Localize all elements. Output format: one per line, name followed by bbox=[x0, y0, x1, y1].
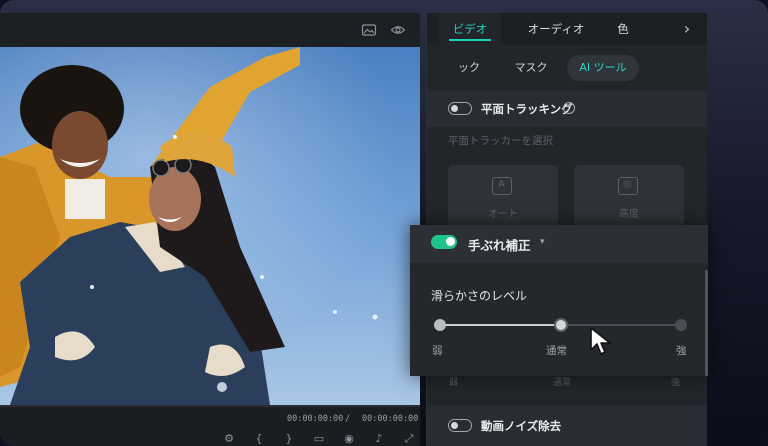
timecode-total: 00:00:00:00 bbox=[362, 414, 419, 424]
slider-label-mid: 通常 bbox=[546, 345, 567, 357]
slider-label-low: 弱 bbox=[432, 345, 443, 357]
auto-track-icon: A bbox=[492, 177, 512, 195]
advanced-track-icon: ◎ bbox=[618, 177, 638, 195]
playback-bar: 00:00:00:00 / 00:00:00:00 ⚙ { } ▭ ◉ ♪ ⤢ bbox=[0, 405, 420, 446]
timecode-separator: / bbox=[345, 414, 351, 424]
couple-photo bbox=[0, 47, 420, 405]
smoothness-slider-thumb[interactable] bbox=[553, 318, 568, 332]
slider-stop-low bbox=[434, 319, 446, 331]
timeline-scrubber[interactable] bbox=[0, 405, 420, 407]
stabilization-label: 手ぶれ補正 bbox=[468, 238, 531, 253]
tab-video[interactable]: ビデオ bbox=[439, 13, 501, 45]
faint-tick-mid: 通常 bbox=[553, 378, 572, 388]
tracker-card-auto[interactable]: A オート bbox=[448, 165, 558, 227]
chevron-right-icon[interactable]: › bbox=[677, 13, 697, 45]
slider-label-high: 強 bbox=[676, 345, 687, 357]
tab-color[interactable]: 色 bbox=[603, 13, 643, 45]
mark-in-icon[interactable]: { bbox=[244, 432, 274, 446]
preview-image bbox=[0, 47, 420, 405]
smoothness-label: 滑らかさのレベル bbox=[431, 289, 528, 303]
slider-stop-high bbox=[675, 319, 687, 331]
help-icon[interactable]: ? bbox=[563, 102, 575, 114]
denoise-label: 動画ノイズ除去 bbox=[481, 419, 562, 433]
panel-scrollbar[interactable] bbox=[705, 270, 708, 376]
slider-track-filled bbox=[440, 324, 561, 326]
tracker-card-auto-label: オート bbox=[488, 209, 518, 220]
subtab-mask[interactable]: マスク bbox=[507, 55, 555, 81]
denoise-section: 動画ノイズ除去 bbox=[427, 406, 707, 446]
subtab-ai-tools[interactable]: AI ツール bbox=[567, 55, 639, 81]
stabilization-toggle[interactable] bbox=[431, 235, 457, 249]
planar-tracking-toggle[interactable] bbox=[448, 102, 472, 115]
tab-audio[interactable]: オーディオ bbox=[511, 13, 601, 45]
caret-down-icon[interactable]: ▾ bbox=[540, 237, 545, 247]
mark-out-icon[interactable]: } bbox=[274, 432, 304, 446]
volume-icon[interactable]: ♪ bbox=[364, 432, 394, 446]
settings-icon[interactable]: ⚙ bbox=[214, 432, 244, 446]
timecode-current: 00:00:00:00 bbox=[287, 414, 344, 424]
faint-tick-low: 弱 bbox=[449, 378, 459, 388]
planar-tracking-section: 平面トラッキング ? bbox=[427, 91, 707, 127]
eye-icon[interactable] bbox=[390, 22, 406, 38]
subtab-track[interactable]: ック bbox=[449, 55, 489, 81]
slider-track-empty[interactable] bbox=[560, 324, 681, 326]
denoise-toggle[interactable] bbox=[448, 419, 472, 432]
panel-subtabs: ック マスク AI ツール bbox=[427, 53, 707, 83]
select-tracker-label: 平面トラッカーを選択 bbox=[448, 135, 553, 147]
app-window: 00:00:00:00 / 00:00:00:00 ⚙ { } ▭ ◉ ♪ ⤢ … bbox=[0, 0, 768, 446]
snapshot-icon[interactable]: ◉ bbox=[334, 432, 364, 446]
faint-tick-high: 強 bbox=[671, 378, 681, 388]
stabilization-header: 手ぶれ補正 ▾ bbox=[410, 225, 708, 263]
playback-controls: ⚙ { } ▭ ◉ ♪ ⤢ bbox=[214, 432, 424, 446]
monitor-icon[interactable]: ▭ bbox=[304, 432, 334, 446]
tracker-card-advanced-label: 高度 bbox=[619, 209, 639, 220]
image-icon[interactable] bbox=[361, 22, 377, 38]
planar-tracking-label: 平面トラッキング bbox=[481, 102, 573, 116]
preview-toolbar bbox=[0, 13, 420, 47]
panel-tabs: ビデオ オーディオ 色 › bbox=[427, 13, 707, 45]
fullscreen-icon[interactable]: ⤢ bbox=[394, 432, 424, 446]
mouse-cursor-icon bbox=[590, 327, 611, 355]
video-preview: 00:00:00:00 / 00:00:00:00 ⚙ { } ▭ ◉ ♪ ⤢ bbox=[0, 13, 420, 446]
tracker-card-advanced[interactable]: ◎ 高度 bbox=[574, 165, 684, 227]
